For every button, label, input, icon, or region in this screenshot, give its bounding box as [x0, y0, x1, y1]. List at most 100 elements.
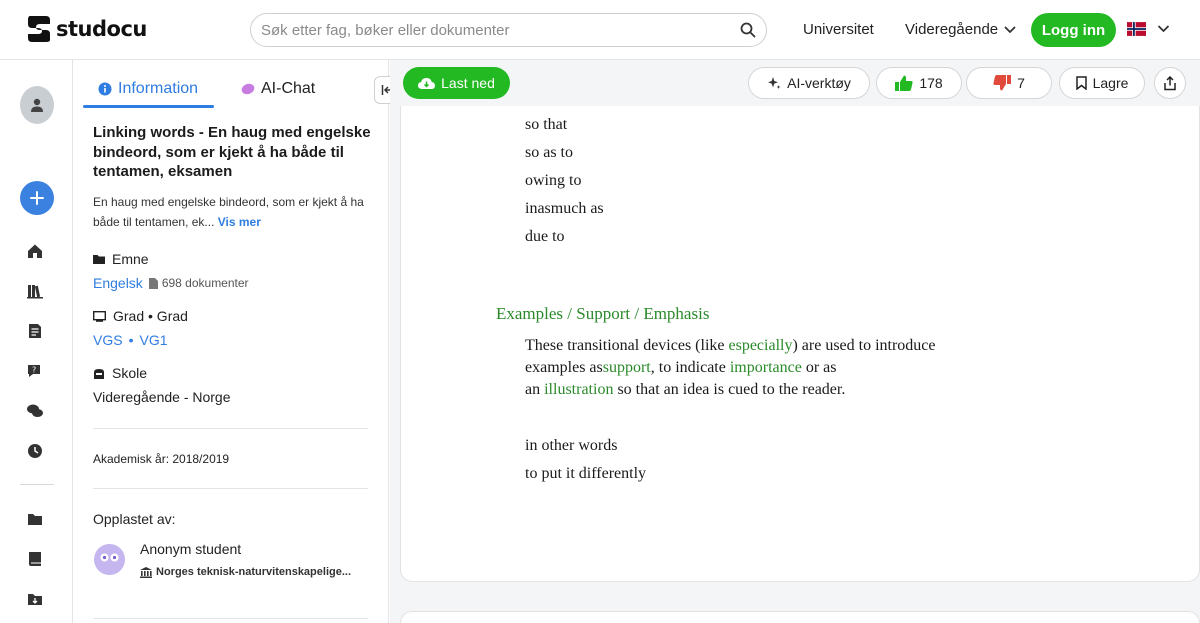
document-icon — [148, 277, 158, 289]
section-heading: Examples / Support / Emphasis — [496, 304, 710, 323]
user-icon — [31, 98, 43, 112]
grade-link-vgs[interactable]: VGS — [93, 332, 123, 348]
grade-label: Grad • Grad — [93, 308, 188, 324]
nav-university[interactable]: Universitet — [803, 21, 874, 38]
chevron-down-icon — [1004, 25, 1016, 33]
ai-tools-label: AI-verktøy — [787, 75, 851, 91]
share-button[interactable] — [1154, 67, 1186, 99]
text-run: so that an idea is cued to the reader. — [613, 381, 846, 398]
doc-line: so that — [525, 116, 568, 133]
doc-line: owing to — [525, 172, 582, 189]
info-panel: Information AI-Chat Linking words - En h… — [73, 60, 389, 623]
tab-ai-chat[interactable]: AI-Chat — [241, 80, 315, 98]
doc-line: due to — [525, 228, 565, 245]
subject-doc-count-text: 698 dokumenter — [161, 276, 249, 290]
dislike-count: 7 — [1017, 75, 1025, 91]
download-button[interactable]: Last ned — [403, 67, 510, 99]
book-icon[interactable] — [24, 548, 46, 570]
text-run: examples as — [525, 359, 603, 376]
share-icon — [1164, 75, 1176, 90]
folder-icon[interactable] — [24, 508, 46, 530]
dislike-button[interactable]: 7 — [966, 67, 1052, 99]
nav-highschool-label: Videregående — [905, 21, 999, 38]
like-button[interactable]: 178 — [876, 67, 962, 99]
home-icon[interactable] — [24, 240, 46, 262]
download-folder-icon[interactable] — [24, 588, 46, 610]
library-icon[interactable] — [24, 280, 46, 302]
history-icon[interactable] — [24, 440, 46, 462]
tab-information[interactable]: Information — [98, 80, 198, 98]
logo-text: studocu — [56, 17, 147, 41]
grade-value: VGS • VG1 — [93, 332, 168, 348]
cloud-download-icon — [418, 77, 436, 89]
thumbs-down-icon — [993, 75, 1012, 91]
grade-label-text: Grad • Grad — [113, 308, 188, 324]
subject-label: Emne — [93, 251, 149, 267]
language-chevron-icon[interactable] — [1157, 25, 1170, 33]
classroom-icon — [93, 310, 106, 322]
svg-text:?: ? — [32, 366, 36, 375]
plus-icon — [30, 191, 44, 205]
school-label-text: Skole — [112, 365, 148, 381]
user-avatar[interactable] — [20, 86, 54, 124]
chat-icon[interactable] — [24, 400, 46, 422]
left-rail: ? — [0, 60, 73, 623]
uploader-avatar — [94, 544, 125, 575]
document-description: En haug med engelske bindeord, som er kj… — [93, 192, 373, 232]
highlighted-term: illustration — [544, 381, 614, 398]
anonymous-face-icon — [100, 553, 119, 562]
studocu-logo-icon — [28, 16, 50, 42]
nav-highschool[interactable]: Videregående — [905, 21, 1016, 38]
norway-flag-icon[interactable] — [1127, 22, 1146, 36]
doc-line: to put it differently — [525, 465, 647, 482]
text-run: ) are used to introduce — [792, 337, 936, 354]
uploader-name: Anonym student — [140, 541, 242, 557]
active-tab-indicator — [83, 105, 214, 108]
sparkle-icon — [768, 77, 781, 89]
paragraph-line: These transitional devices (like especia… — [525, 337, 936, 355]
paragraph-line: an illustration so that an idea is cued … — [525, 381, 845, 399]
save-button[interactable]: Lagre — [1059, 67, 1145, 99]
school-icon — [94, 368, 104, 379]
text-run: or as — [801, 359, 837, 376]
add-button[interactable] — [20, 181, 54, 215]
save-label: Lagre — [1092, 75, 1129, 91]
grade-link-vg1[interactable]: VG1 — [139, 332, 167, 348]
doc-line: so as to — [525, 144, 573, 161]
studocu-logo[interactable]: studocu — [26, 14, 147, 44]
university-icon — [140, 566, 152, 578]
ai-tools-button[interactable]: AI-verktøy — [748, 67, 870, 99]
text-run: , to indicate — [650, 359, 730, 376]
search-bar[interactable] — [250, 13, 767, 47]
folder-icon — [93, 255, 105, 264]
subject-link[interactable]: Engelsk — [93, 275, 143, 291]
document-viewer: Last ned AI-verktøy 178 7 Lagre so that … — [390, 60, 1200, 623]
uploader-school-text: Norges teknisk-naturvitenskapelige... — [156, 566, 352, 578]
download-label: Last ned — [441, 75, 495, 91]
text-run: an — [525, 381, 545, 398]
divider — [93, 488, 368, 489]
search-input[interactable] — [261, 21, 740, 39]
see-more-link[interactable]: Vis mer — [218, 215, 261, 229]
highlighted-term: support — [602, 359, 651, 376]
info-icon — [98, 82, 112, 96]
notes-icon[interactable] — [24, 320, 46, 342]
highlighted-term: especially — [728, 337, 793, 354]
doc-line: inasmuch as — [525, 200, 604, 217]
grade-separator: • — [128, 332, 134, 348]
school-label: Skole — [93, 365, 147, 381]
academic-year: Akademisk år: 2018/2019 — [93, 452, 230, 466]
paragraph-line: examples assupport, to indicate importan… — [525, 359, 836, 377]
login-button[interactable]: Logg inn — [1031, 13, 1116, 47]
search-icon[interactable] — [740, 22, 756, 38]
subject-doc-count: 698 dokumenter — [148, 276, 249, 290]
uploaded-by-label: Opplastet av: — [93, 511, 176, 527]
top-bar: studocu Universitet Videregående Logg in… — [0, 0, 1200, 60]
ai-question-icon[interactable]: ? — [24, 360, 46, 382]
bookmark-icon — [1075, 76, 1087, 90]
next-document-page — [400, 611, 1200, 623]
subject-value: Engelsk 698 dokumenter — [93, 275, 249, 291]
uploader-school: Norges teknisk-naturvitenskapelige... — [140, 566, 351, 578]
text-run: These transitional devices (like — [525, 337, 729, 354]
thumbs-up-icon — [895, 75, 913, 91]
